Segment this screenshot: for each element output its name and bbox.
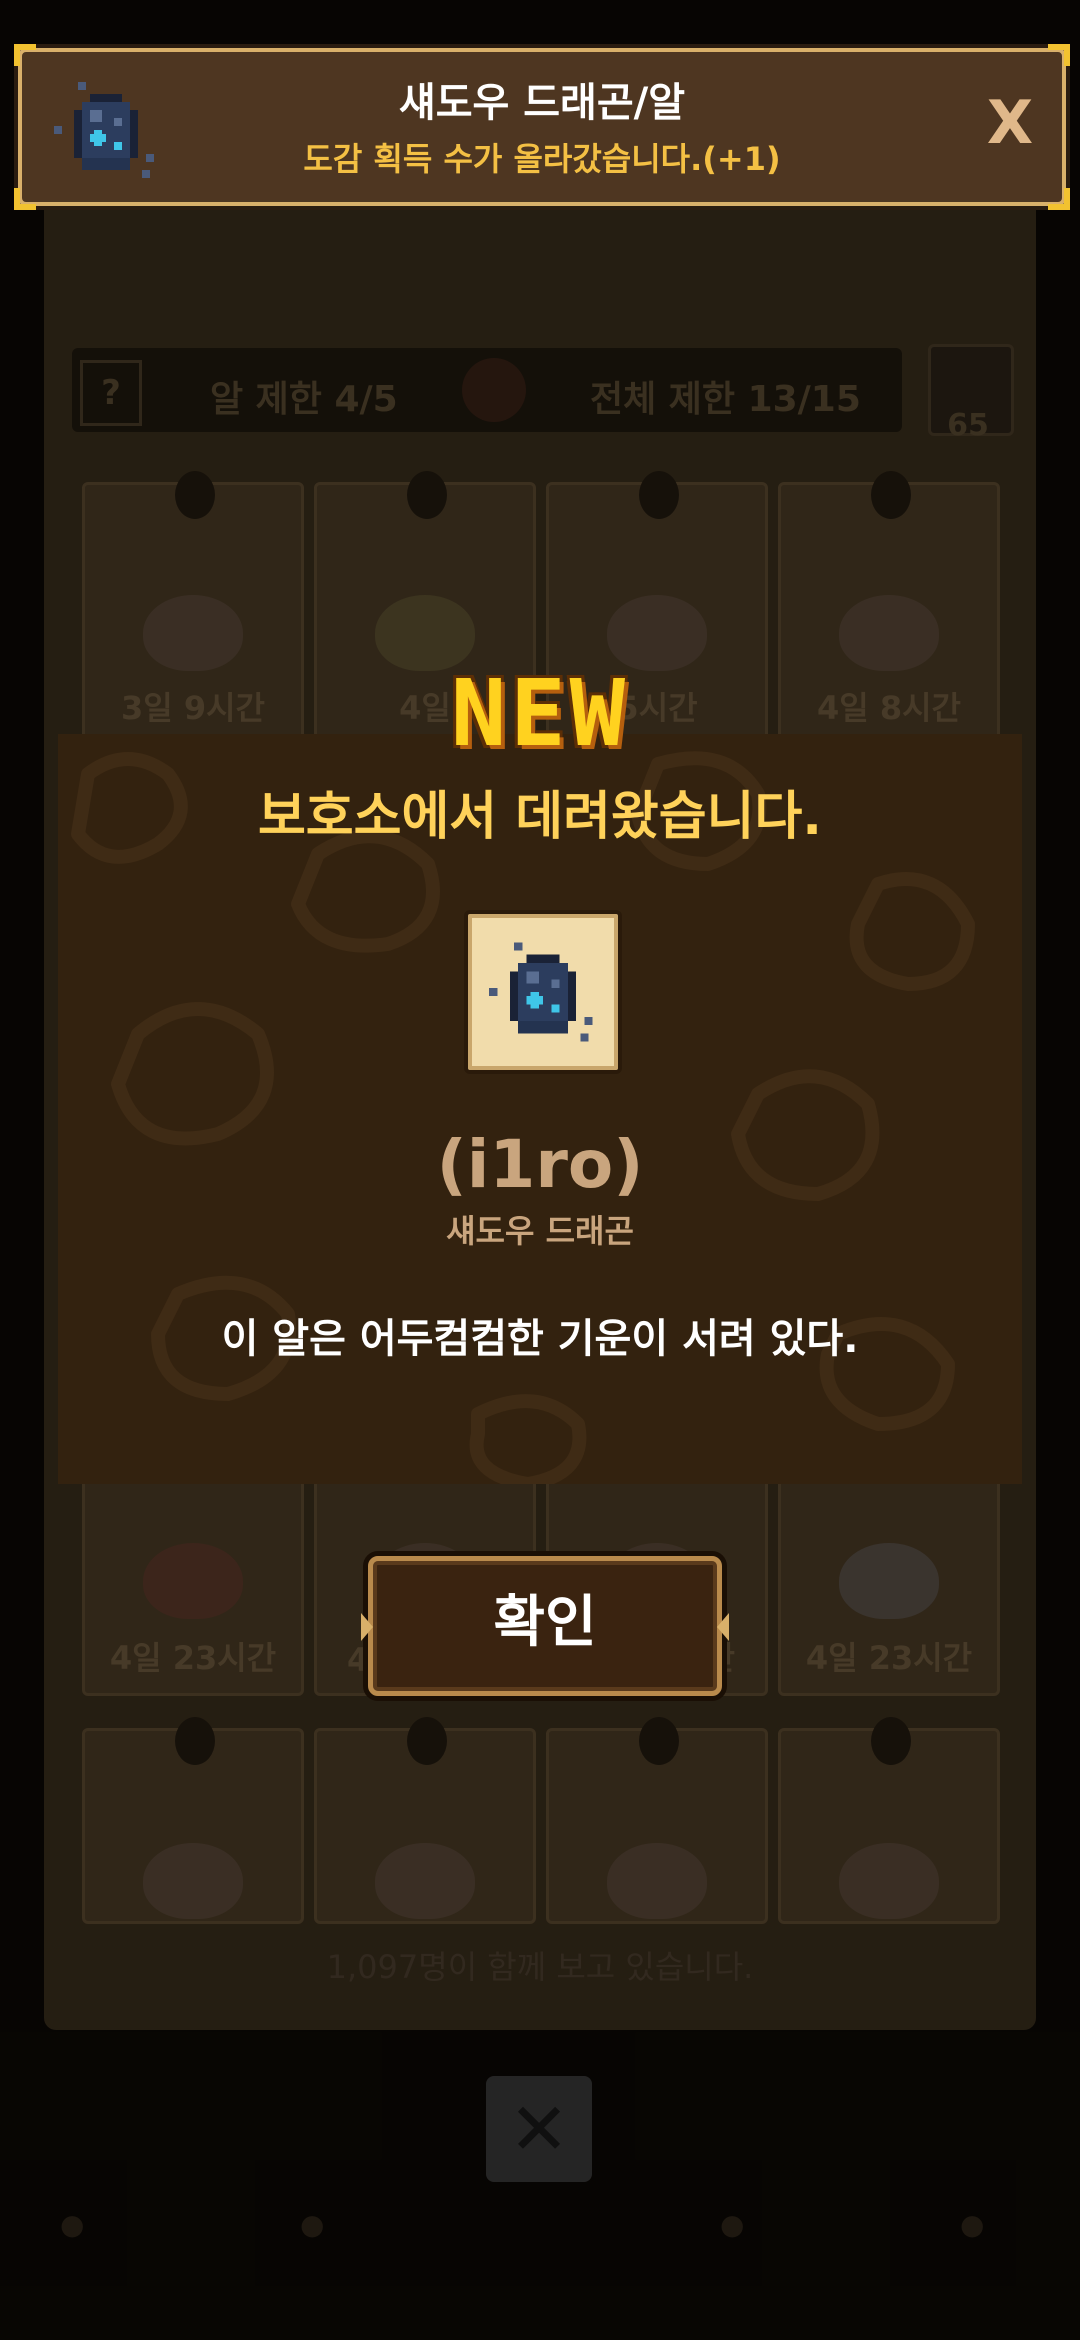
- item-name: (i1ro): [436, 1126, 644, 1203]
- banner-corner: [14, 44, 36, 66]
- banner-subtitle: 도감 획득 수가 올라갔습니다.(+1): [303, 140, 781, 178]
- item-frame: [464, 910, 622, 1074]
- banner-corner: [14, 188, 36, 210]
- popup-title: 보호소에서 데려왔습니다.: [257, 787, 823, 847]
- item-type: 섀도우 드래곤: [446, 1212, 634, 1250]
- item-description: 이 알은 어두컴컴한 기운이 서려 있다.: [221, 1316, 859, 1362]
- confirm-button[interactable]: 확인: [361, 1556, 729, 1696]
- banner-corner: [1048, 44, 1070, 66]
- banner-title: 섀도우 드래곤/알: [398, 80, 686, 126]
- new-badge: NEW: [450, 660, 630, 767]
- left-arrow-icon: [361, 1613, 373, 1641]
- banner-corner: [1048, 188, 1070, 210]
- collection-notification-banner: 섀도우 드래곤/알 도감 획득 수가 올라갔습니다.(+1) X: [14, 44, 1070, 210]
- right-arrow-icon: [717, 1613, 729, 1641]
- shadow-dragon-egg-icon: [489, 942, 593, 1042]
- banner-close-button[interactable]: X: [980, 88, 1040, 158]
- confirm-label: 확인: [493, 1590, 597, 1655]
